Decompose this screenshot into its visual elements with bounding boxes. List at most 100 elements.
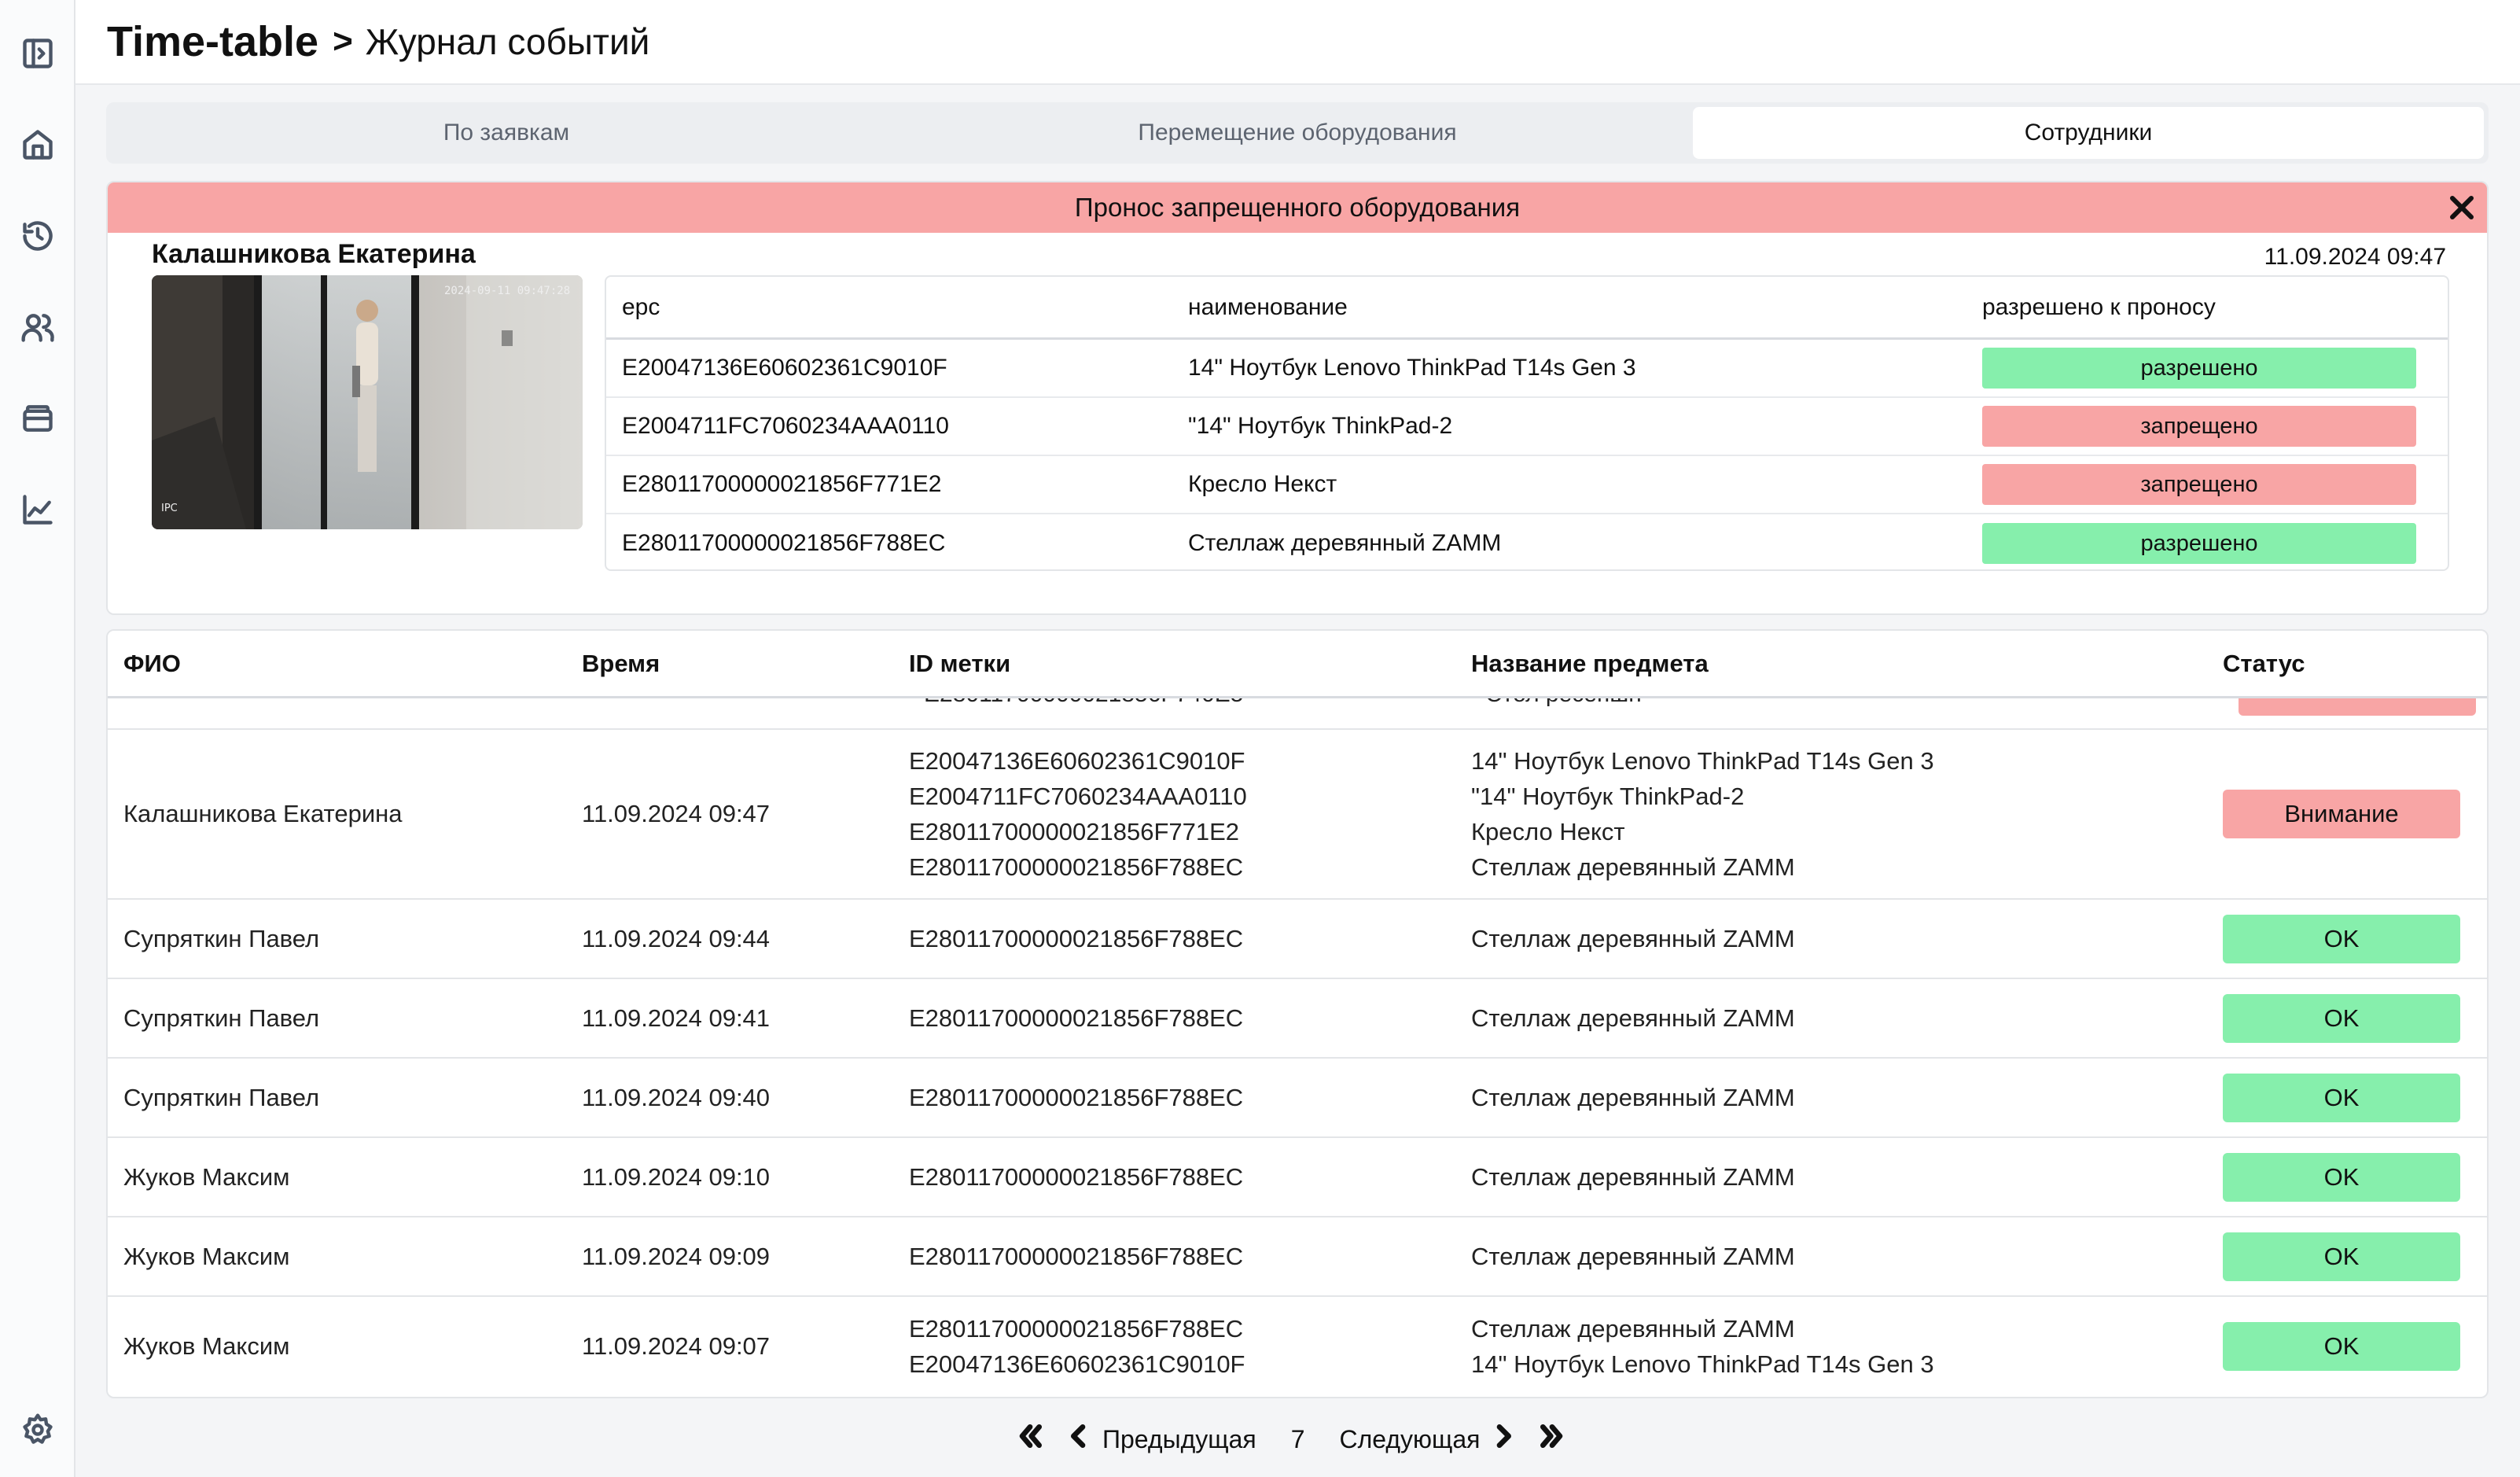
item-name: Стеллаж деревянный ZAMM: [1471, 1315, 1795, 1343]
tag-id: E28011700000021856F788EC: [909, 1242, 1244, 1270]
tag-id: E28011700000021856F788EC: [909, 1083, 1244, 1111]
employee-name: Жуков Максим: [123, 1242, 290, 1270]
permission-badge: запрещено: [1982, 406, 2416, 447]
next-page-label: Следующая: [1339, 1424, 1481, 1453]
snapshot-timestamp: 2024-09-11 09:47:28: [444, 285, 570, 297]
status-badge: [2239, 698, 2476, 716]
app-title: Time-table: [107, 18, 319, 65]
tag-id-list: E20047136E60602361C9010F E2004711FC70602…: [909, 743, 1471, 885]
tag-id: E20047136E60602361C9010F: [909, 1350, 1245, 1378]
header: Time-table > Журнал событий: [75, 0, 2520, 85]
status-badge[interactable]: OK: [2223, 1232, 2460, 1281]
first-page-icon[interactable]: [1014, 1420, 1046, 1458]
col-tag-id[interactable]: ID метки: [909, 650, 1471, 678]
epc-value: E28011700000021856F771E2: [622, 471, 942, 497]
box-icon[interactable]: [19, 400, 57, 437]
snapshot-camera-label: IPC: [161, 503, 178, 514]
alert-person-name: Калашникова Екатерина: [152, 239, 476, 269]
epc-value: E2004711FC7060234AAA0110: [622, 413, 949, 439]
history-icon[interactable]: [19, 217, 57, 255]
employee-name: Калашникова Екатерина: [123, 800, 403, 827]
close-icon[interactable]: [2446, 192, 2478, 223]
status-badge[interactable]: OK: [2223, 1152, 2460, 1202]
panel-toggle-icon[interactable]: [19, 35, 57, 72]
event-time: 11.09.2024 09:44: [582, 924, 771, 952]
event-time: 11.09.2024 09:40: [582, 1083, 771, 1111]
table-row[interactable]: Жуков Максим 11.09.2024 09:10 E280117000…: [108, 1138, 2487, 1217]
equipment-row: E2004711FC7060234AAA0110 "14" Ноутбук Th…: [606, 398, 2448, 456]
previous-page-button[interactable]: Предыдущая: [1063, 1420, 1256, 1458]
table-row[interactable]: Супряткин Павел 11.09.2024 09:44 E280117…: [108, 900, 2487, 979]
col-status[interactable]: Статус: [2223, 650, 2487, 678]
tab-requests[interactable]: По заявкам: [111, 107, 902, 159]
table-row[interactable]: Жуков Максим 11.09.2024 09:09 E280117000…: [108, 1217, 2487, 1297]
equipment-row: E28011700000021856F771E2 Кресло Некст за…: [606, 456, 2448, 514]
epc-value: E20047136E60602361C9010F: [622, 355, 947, 381]
item-name: "14" Ноутбук ThinkPad-2: [1471, 783, 1745, 810]
alert-event-time: 11.09.2024 09:47: [2264, 244, 2446, 270]
alert-banner-text: Пронос запрещенного оборудования: [1074, 193, 1521, 222]
status-badge[interactable]: OK: [2223, 1322, 2460, 1371]
permission-badge: разрешено: [1982, 523, 2416, 564]
item-name: Стеллаж деревянный ZAMM: [1471, 853, 1795, 881]
status-badge[interactable]: OK: [2223, 1073, 2460, 1122]
equipment-row: E28011700000021856F788EC Стеллаж деревян…: [606, 514, 2448, 569]
item-name: Стеллаж деревянный ZAMM: [1471, 924, 1795, 952]
status-badge[interactable]: OK: [2223, 914, 2460, 963]
event-time: 11.09.2024 09:41: [582, 1004, 771, 1032]
employee-name: Жуков Максим: [123, 1162, 290, 1191]
item-name: 14" Ноутбук Lenovo ThinkPad T14s Gen 3: [1471, 747, 1934, 775]
item-name-list: Стеллаж деревянный ZAMM 14" Ноутбук Leno…: [1471, 1311, 2223, 1382]
tag-id: E28011700000021856F788EC: [909, 1004, 1244, 1032]
permission-badge: разрешено: [1982, 348, 2416, 389]
chart-icon[interactable]: [19, 491, 57, 529]
breadcrumb: Журнал событий: [365, 21, 650, 62]
table-row-partial: E28011700000021856F740E5 Стол ресепшн: [108, 698, 2487, 730]
equipment-table: epc наименование разрешено к проносу E20…: [605, 275, 2449, 571]
camera-snapshot: 2024-09-11 09:47:28 IPC: [152, 275, 583, 529]
settings-icon[interactable]: [19, 1411, 57, 1449]
tab-equipment-movement[interactable]: Перемещение оборудования: [902, 107, 1693, 159]
item-name: 14" Ноутбук Lenovo ThinkPad T14s Gen 3: [1188, 355, 1636, 381]
item-name: Стеллаж деревянный ZAMM: [1471, 1083, 1795, 1111]
users-icon[interactable]: [19, 308, 57, 346]
next-page-button[interactable]: Следующая: [1339, 1420, 1519, 1458]
status-badge[interactable]: Внимание: [2223, 790, 2460, 838]
item-name: Стеллаж деревянный ZAMM: [1471, 1162, 1795, 1191]
tag-id: E28011700000021856F788EC: [909, 853, 1244, 881]
col-name: наименование: [1188, 293, 1348, 320]
tag-id: E28011700000021856F788EC: [909, 1315, 1244, 1343]
col-fio[interactable]: ФИО: [108, 650, 582, 678]
col-time[interactable]: Время: [582, 650, 909, 678]
tag-id: E20047136E60602361C9010F: [909, 747, 1245, 775]
tag-id: E28011700000021856F788EC: [909, 924, 1244, 952]
item-name: 14" Ноутбук Lenovo ThinkPad T14s Gen 3: [1471, 1350, 1934, 1378]
table-row[interactable]: Супряткин Павел 11.09.2024 09:40 E280117…: [108, 1059, 2487, 1138]
current-page: 7: [1290, 1424, 1305, 1453]
col-epc: epc: [622, 293, 660, 320]
sidebar: [0, 0, 75, 1477]
tag-id: E28011700000021856F788EC: [909, 1162, 1244, 1191]
employee-name: Супряткин Павел: [123, 924, 320, 952]
table-row[interactable]: Супряткин Павел 11.09.2024 09:41 E280117…: [108, 979, 2487, 1059]
item-name: Кресло Некст: [1471, 818, 1625, 845]
status-badge[interactable]: OK: [2223, 993, 2460, 1043]
item-name: Кресло Некст: [1188, 471, 1337, 497]
employee-name: Супряткин Павел: [123, 1004, 320, 1032]
employee-name: Супряткин Павел: [123, 1083, 320, 1111]
epc-value: E28011700000021856F788EC: [622, 530, 946, 556]
item-name: Стеллаж деревянный ZAMM: [1471, 1242, 1795, 1270]
tag-id: E28011700000021856F740E5: [924, 698, 1244, 708]
home-icon[interactable]: [19, 126, 57, 164]
col-allowed: разрешено к проносу: [1982, 293, 2216, 320]
events-table-header: ФИО Время ID метки Название предмета Ста…: [108, 631, 2487, 698]
last-page-icon[interactable]: [1536, 1420, 1568, 1458]
employee-name: Жуков Максим: [123, 1332, 290, 1360]
item-name: Стеллаж деревянный ZAMM: [1188, 530, 1502, 556]
event-time: 11.09.2024 09:09: [582, 1242, 771, 1270]
tab-employees[interactable]: Сотрудники: [1693, 107, 2484, 159]
previous-page-label: Предыдущая: [1102, 1424, 1256, 1453]
table-row[interactable]: Жуков Максим 11.09.2024 09:07 E280117000…: [108, 1297, 2487, 1396]
col-item-name[interactable]: Название предмета: [1471, 650, 2223, 678]
table-row[interactable]: Калашникова Екатерина 11.09.2024 09:47 E…: [108, 730, 2487, 900]
